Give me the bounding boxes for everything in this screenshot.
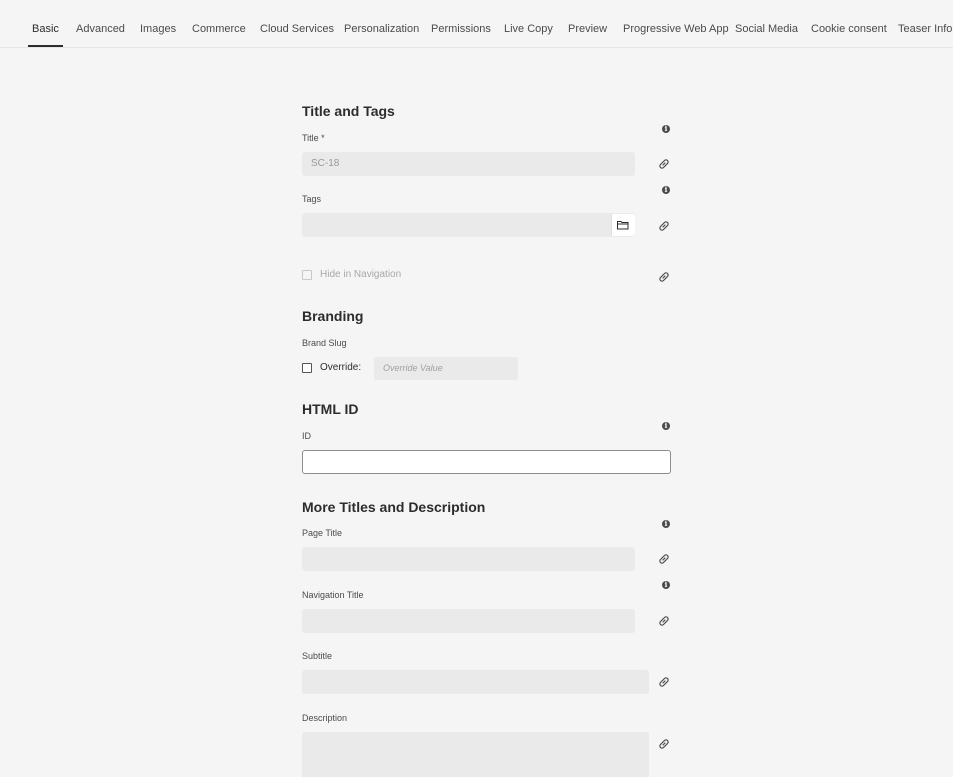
tab-basic[interactable]: Basic bbox=[28, 0, 63, 47]
override-value-field[interactable]: Override Value bbox=[374, 357, 518, 380]
override-checkbox[interactable] bbox=[302, 363, 312, 373]
navigation-title-label: Navigation Title bbox=[302, 590, 364, 600]
page-title-field[interactable] bbox=[302, 547, 635, 571]
tab-social-media[interactable]: Social Media bbox=[735, 0, 798, 47]
override-label: Override: bbox=[320, 362, 362, 373]
tab-preview[interactable]: Preview bbox=[568, 0, 607, 47]
folder-icon bbox=[617, 221, 629, 230]
tab-advanced[interactable]: Advanced bbox=[76, 0, 125, 47]
tab-commerce[interactable]: Commerce bbox=[192, 0, 246, 47]
tags-field[interactable] bbox=[302, 213, 635, 237]
description-textarea[interactable] bbox=[302, 732, 649, 777]
id-field[interactable] bbox=[302, 450, 671, 474]
tab-permissions[interactable]: Permissions bbox=[431, 0, 491, 47]
brand-slug-label: Brand Slug bbox=[302, 338, 347, 348]
link-icon[interactable] bbox=[657, 219, 671, 233]
info-icon[interactable]: i bbox=[662, 422, 670, 430]
link-icon[interactable] bbox=[657, 614, 671, 628]
folder-browse-button[interactable] bbox=[611, 214, 635, 236]
id-label: ID bbox=[302, 431, 311, 441]
hide-in-navigation-checkbox[interactable] bbox=[302, 270, 312, 280]
title-and-tags-heading: Title and Tags bbox=[302, 103, 395, 119]
tab-cookie-consent[interactable]: Cookie consent bbox=[811, 0, 887, 47]
link-icon[interactable] bbox=[657, 737, 671, 751]
title-field[interactable]: SC-18 bbox=[302, 152, 635, 176]
subtitle-field[interactable] bbox=[302, 670, 649, 694]
link-icon[interactable] bbox=[657, 552, 671, 566]
tab-teaser-info[interactable]: Teaser Info bbox=[898, 0, 952, 47]
tab-personalization[interactable]: Personalization bbox=[344, 0, 419, 47]
more-titles-heading: More Titles and Description bbox=[302, 499, 486, 515]
navigation-title-field[interactable] bbox=[302, 609, 635, 633]
html-id-heading: HTML ID bbox=[302, 401, 359, 417]
link-icon[interactable] bbox=[657, 157, 671, 171]
tab-images[interactable]: Images bbox=[140, 0, 176, 47]
tab-live-copy[interactable]: Live Copy bbox=[504, 0, 553, 47]
info-icon[interactable]: i bbox=[662, 186, 670, 194]
branding-heading: Branding bbox=[302, 308, 364, 324]
link-icon[interactable] bbox=[657, 270, 671, 284]
hide-in-navigation-label: Hide in Navigation bbox=[320, 269, 402, 280]
tab-cloud-services[interactable]: Cloud Services bbox=[260, 0, 334, 47]
link-icon[interactable] bbox=[657, 675, 671, 689]
tab-bar: Basic Advanced Images Commerce Cloud Ser… bbox=[0, 0, 953, 48]
description-label: Description bbox=[302, 713, 348, 723]
tab-progressive-web-app[interactable]: Progressive Web App bbox=[623, 0, 729, 47]
title-label: Title * bbox=[302, 133, 325, 143]
info-icon[interactable]: i bbox=[662, 520, 670, 528]
tags-label: Tags bbox=[302, 194, 322, 204]
info-icon[interactable]: i bbox=[662, 581, 670, 589]
page-title-label: Page Title bbox=[302, 528, 343, 538]
subtitle-label: Subtitle bbox=[302, 651, 333, 661]
info-icon[interactable]: i bbox=[662, 125, 670, 133]
